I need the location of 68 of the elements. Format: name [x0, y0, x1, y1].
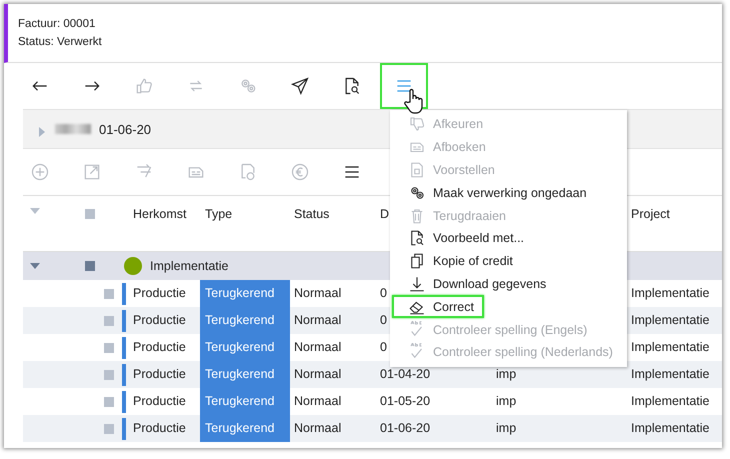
row-checkbox[interactable]	[104, 288, 114, 298]
select-all-checkbox[interactable]	[85, 209, 95, 219]
column-header[interactable]: Status	[290, 207, 376, 221]
document-magnifier-icon	[408, 229, 426, 248]
thumbs-down-icon	[408, 115, 426, 134]
table-cell: 0	[380, 313, 387, 327]
collapse-caret-icon[interactable]	[30, 263, 40, 269]
table-cell: Productie	[133, 367, 186, 381]
type-tag: Terugkerend	[200, 415, 290, 442]
row-marker	[122, 282, 126, 304]
table-cell: Implementatie	[631, 286, 710, 300]
table-cell: Productie	[133, 394, 186, 408]
document-icon	[408, 160, 426, 179]
table-cell: 0	[380, 340, 387, 354]
table-cell: Productie	[133, 286, 186, 300]
row-marker	[122, 336, 126, 358]
row-checkbox[interactable]	[104, 424, 114, 434]
expand-caret-icon[interactable]	[39, 127, 45, 137]
row-marker	[122, 364, 126, 386]
type-tag: Terugkerend	[200, 280, 290, 307]
row-marker	[122, 310, 126, 332]
table-cell: Implementatie	[631, 394, 710, 408]
table-cell: Normaal	[294, 340, 342, 354]
table-cell: 01-06-20	[380, 421, 430, 435]
column-header[interactable]: Project	[627, 207, 717, 221]
table-cell: 01-05-20	[380, 394, 430, 408]
table-cell: 01-04-20	[380, 367, 430, 381]
row-checkbox[interactable]	[104, 342, 114, 352]
table-cell: Normaal	[294, 313, 342, 327]
row-checkbox[interactable]	[104, 370, 114, 380]
table-cell: Normaal	[294, 286, 342, 300]
type-tag: Terugkerend	[200, 307, 290, 334]
menu-item[interactable]: Correct	[392, 295, 484, 318]
table-cell: Implementatie	[631, 367, 710, 381]
table-cell: Normaal	[294, 394, 342, 408]
download-icon	[408, 274, 426, 293]
table-cell: Implementatie	[631, 421, 710, 435]
table-cell: imp	[496, 367, 516, 381]
table-cell: Normaal	[294, 367, 342, 381]
row-checkbox[interactable]	[104, 396, 114, 406]
column-header[interactable]: Type	[200, 207, 290, 221]
invoice-title: Factuur: 00001	[18, 17, 96, 32]
row-marker	[122, 390, 126, 412]
table-cell: 0	[380, 286, 387, 300]
table-cell: imp	[496, 394, 516, 408]
invoice-status: Status: Verwerkt	[18, 35, 103, 50]
row-checkbox[interactable]	[104, 316, 114, 326]
record-date: 01-06-20	[99, 122, 152, 136]
group-checkbox[interactable]	[85, 261, 95, 271]
type-tag: Terugkerend	[200, 388, 290, 415]
menu-item[interactable]: Voorbeeld met...	[392, 226, 530, 250]
type-tag: Terugkerend	[200, 334, 290, 361]
table-cell: imp	[496, 421, 516, 435]
copy-icon	[408, 252, 426, 270]
blurred-text	[55, 124, 91, 134]
type-tag: Terugkerend	[200, 361, 290, 388]
table-cell: Normaal	[294, 421, 342, 435]
table-cell: Implementatie	[631, 313, 710, 327]
sort-icon[interactable]	[30, 208, 40, 214]
menu-item[interactable]: Kopie of credit	[392, 250, 519, 273]
table-cell: Productie	[133, 421, 186, 435]
table-cell: Productie	[133, 340, 186, 354]
table-cell: Implementatie	[631, 340, 710, 354]
group-label: Implementatie	[150, 259, 229, 273]
column-header[interactable]: Herkomst	[126, 207, 200, 221]
menu-item[interactable]: Maak verwerking ongedaan	[392, 181, 593, 204]
table-cell: Productie	[133, 313, 186, 327]
row-marker	[122, 418, 126, 440]
